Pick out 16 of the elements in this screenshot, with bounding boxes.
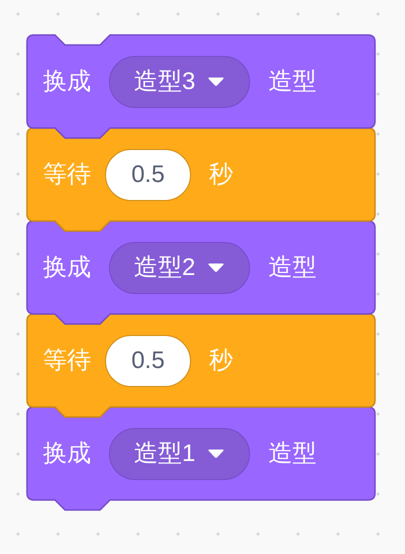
costume-dropdown[interactable]: 造型1 [109,428,250,480]
costume-dropdown[interactable]: 造型3 [109,56,250,108]
block-label: 造型 [268,256,316,280]
block-label: 秒 [209,162,233,186]
block-label: 换成 [43,256,91,280]
block-label: 造型 [268,70,316,94]
block-label: 换成 [43,442,91,466]
block-label: 秒 [209,348,233,372]
costume-dropdown[interactable]: 造型2 [109,242,250,294]
block-label: 造型 [268,442,316,466]
caret-icon [207,76,226,87]
caret-icon [207,262,226,273]
block-label: 换成 [43,70,91,94]
caret-icon [207,448,226,459]
block-label: 等待 [43,162,91,186]
block-label: 等待 [43,348,91,372]
